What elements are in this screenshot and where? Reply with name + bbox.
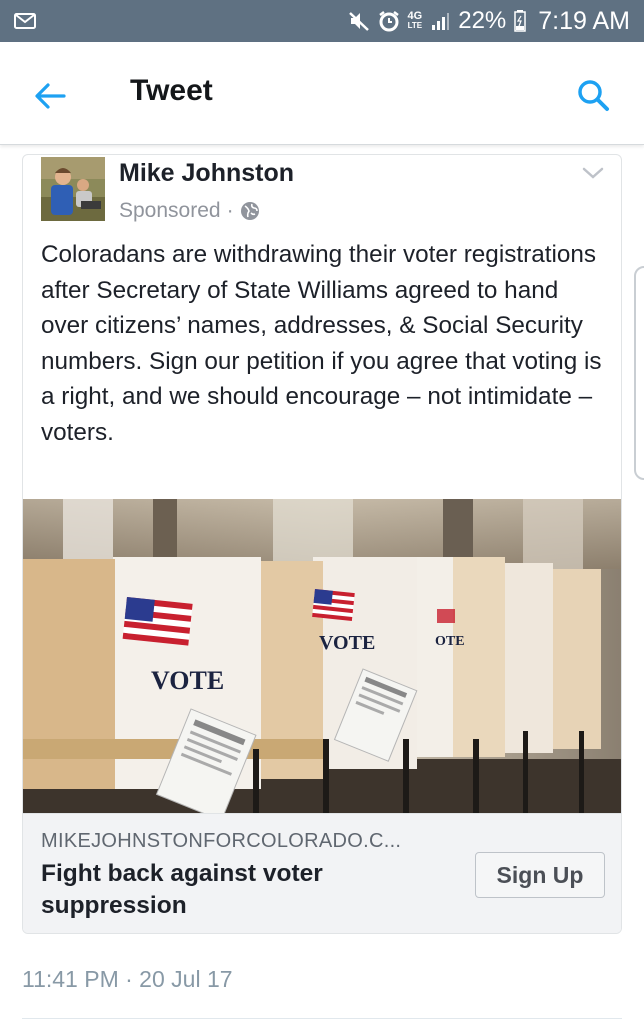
link-headline[interactable]: Fight back against voter suppression xyxy=(41,858,421,922)
sponsored-label: Sponsored · xyxy=(119,199,260,223)
gmail-icon xyxy=(14,13,36,29)
page-title: Tweet xyxy=(130,74,213,107)
status-bar: 4G LTE 22% 7:19 AM xyxy=(0,0,644,42)
separator-dot: · xyxy=(226,199,234,222)
booth-sign-1: VOTE xyxy=(151,666,224,695)
battery-icon xyxy=(514,10,527,32)
network-indicator: 4G LTE xyxy=(407,10,423,31)
back-arrow-icon xyxy=(35,83,66,109)
link-preview[interactable]: MIKEJOHNSTONFORCOLORADO.C... Fight back … xyxy=(23,813,621,933)
voting-booths-photo: VOTE VOTE OTE xyxy=(23,499,621,813)
sponsored-post-card[interactable]: Mike Johnston Sponsored · Coloradans are… xyxy=(22,154,622,934)
avatar[interactable] xyxy=(41,157,105,221)
sign-up-button[interactable]: Sign Up xyxy=(475,852,605,898)
avatar-photo xyxy=(41,157,105,221)
booth-sign-3: OTE xyxy=(435,634,465,649)
signal-icon xyxy=(432,13,450,30)
scroll-handle[interactable] xyxy=(634,266,644,480)
clock: 7:19 AM xyxy=(538,6,630,35)
alarm-icon xyxy=(378,11,399,32)
chevron-down-icon xyxy=(582,167,604,179)
globe-icon xyxy=(240,202,259,220)
search-button[interactable] xyxy=(572,74,614,116)
post-options-button[interactable] xyxy=(581,163,605,183)
post-image[interactable]: VOTE VOTE OTE xyxy=(23,499,621,813)
link-domain[interactable]: MIKEJOHNSTONFORCOLORADO.C... xyxy=(41,830,401,853)
sponsored-text: Sponsored xyxy=(119,199,221,222)
divider xyxy=(22,1018,622,1019)
back-button[interactable] xyxy=(30,76,70,116)
battery-percent: 22% xyxy=(458,7,507,34)
tweet-timestamp: 11:41 PM · 20 Jul 17 xyxy=(22,966,233,992)
author-name[interactable]: Mike Johnston xyxy=(119,159,294,188)
booth-sign-2: VOTE xyxy=(319,632,375,654)
mute-icon xyxy=(348,12,369,31)
post-text: Coloradans are withdrawing their voter r… xyxy=(41,241,602,446)
app-bar: Tweet xyxy=(0,42,644,145)
search-icon xyxy=(578,80,609,111)
